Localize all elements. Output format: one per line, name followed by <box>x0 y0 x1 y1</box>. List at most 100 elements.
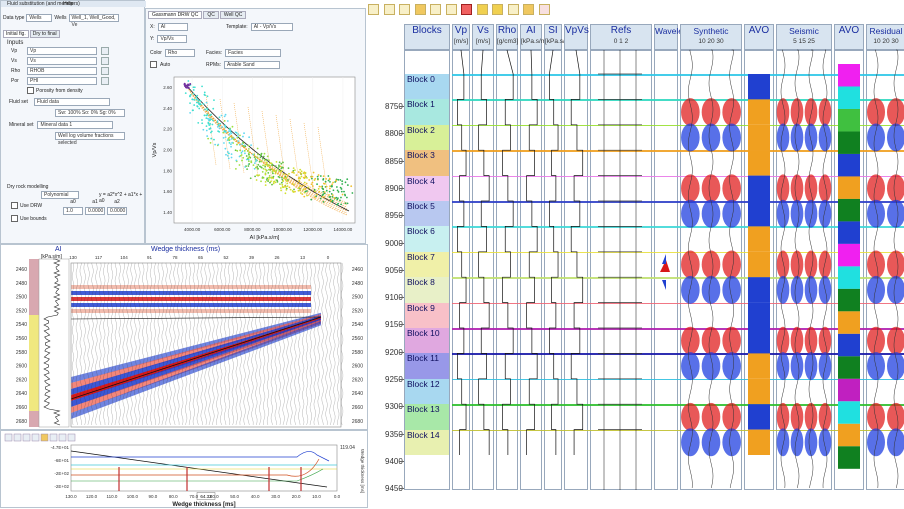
template-select[interactable]: AI - Vp/Vs <box>250 23 293 31</box>
mineral-fractions-field[interactable]: Well log volume fractions selected <box>55 132 125 146</box>
block-cell[interactable]: Block 10 <box>405 328 449 354</box>
scatter-point <box>205 101 208 104</box>
scatter-point <box>293 188 295 191</box>
scatter-point <box>341 180 344 183</box>
block-cell[interactable]: Block 11 <box>405 353 449 379</box>
block-cell[interactable]: Block 6 <box>405 226 449 252</box>
block-cell[interactable]: Block 12 <box>405 378 449 405</box>
tuning-toolbar-icon[interactable] <box>13 433 22 442</box>
data-type-select[interactable]: Wells <box>26 14 53 22</box>
scatter-point <box>331 194 334 197</box>
tuning-toolbar-icon[interactable] <box>31 433 40 442</box>
menu-help[interactable]: Help <box>63 1 73 7</box>
block-cell[interactable]: Block 5 <box>405 201 449 227</box>
porosity-checkbox-row[interactable]: Porosity from density <box>27 87 83 94</box>
scatter-point <box>332 181 335 184</box>
coef-value[interactable]: 1.0 <box>63 207 83 215</box>
x-axis-label: AI [kPa.s/m] <box>250 235 280 241</box>
scatter-point <box>206 95 209 98</box>
input-select[interactable]: Vs <box>27 57 97 65</box>
tuning-chart[interactable]: -4.7E+01 -6E+01 -2E+02 -2E+02 119.04 Wedge th… <box>1 431 369 509</box>
scatter-point <box>322 175 325 178</box>
crossplot-chart[interactable]: 4000.00 6000.00 8000.00 10000.00 12000.00 140… <box>150 71 362 243</box>
block-cell[interactable]: Block 2 <box>405 124 449 151</box>
use-bounds-checkbox[interactable] <box>11 215 18 222</box>
scatter-point <box>252 164 255 167</box>
tab-well-qc[interactable]: Well QC <box>219 11 247 19</box>
block-cell[interactable]: Block 3 <box>405 150 449 176</box>
porosity-checkbox[interactable] <box>27 87 34 94</box>
use-bounds-row[interactable]: Use bounds <box>11 215 47 222</box>
block-cell[interactable]: Block 4 <box>405 175 449 201</box>
tab-qc[interactable]: QC <box>203 11 219 19</box>
tab-initial[interactable]: Initial fig. <box>3 30 29 38</box>
input-select[interactable]: Vp <box>27 47 97 55</box>
column-body-vs <box>472 50 494 490</box>
coef-value[interactable]: 0.0000 <box>107 207 127 215</box>
input-browse-button[interactable] <box>101 47 109 55</box>
use-drw-label: Use DRW <box>20 202 43 209</box>
block-cell[interactable]: Block 7 <box>405 251 449 278</box>
scatter-point <box>297 187 300 189</box>
scatter-point <box>318 185 321 188</box>
tuning-toolbar-icon[interactable] <box>58 433 67 442</box>
tuning-x-tick: 70.0 <box>189 494 198 499</box>
scatter-point <box>222 131 225 134</box>
input-browse-button[interactable] <box>101 67 109 75</box>
scatter-point <box>321 195 324 198</box>
y-select[interactable]: Vp/Vs <box>157 35 188 43</box>
scatter-point <box>269 162 272 165</box>
block-cell[interactable]: Block 0 <box>405 74 449 100</box>
coef-value[interactable]: 0.0000 <box>85 207 105 215</box>
block-cell[interactable]: Block 13 <box>405 404 449 430</box>
color-select[interactable]: Rho <box>164 49 195 57</box>
tuning-toolbar-icon[interactable] <box>22 433 31 442</box>
scatter-point <box>331 199 334 202</box>
scatter-point <box>341 183 344 185</box>
scatter-point <box>299 184 302 187</box>
tuning-toolbar-icon[interactable] <box>4 433 13 442</box>
facies-select[interactable]: Facies <box>225 49 282 57</box>
depth-label-right: 2560 <box>352 336 363 342</box>
dry-rock-method-select[interactable]: Polynomial <box>41 191 79 199</box>
y-tick-label: 2.40 <box>163 106 172 111</box>
x-select[interactable]: AI <box>157 23 188 31</box>
input-select[interactable]: PHI <box>27 77 97 85</box>
scatter-point <box>307 186 310 189</box>
fluid-set-select[interactable]: Fluid data <box>33 98 110 106</box>
input-browse-button[interactable] <box>101 57 109 65</box>
scatter-point <box>327 175 330 177</box>
tab-gassmann-drw-qc[interactable]: Gassmann DRW QC <box>148 11 203 19</box>
scatter-point <box>291 190 294 192</box>
input-select[interactable]: RHOB <box>27 67 97 75</box>
horizon-line <box>452 99 904 101</box>
auto-row[interactable]: Auto <box>150 61 170 68</box>
use-drw-checkbox[interactable] <box>11 202 18 209</box>
tuning-y-label: Wedge thickness [ms] <box>360 449 365 493</box>
scatter-point <box>263 159 266 161</box>
use-drw-row[interactable]: Use DRW <box>11 202 42 209</box>
depth-label-left: 2580 <box>16 350 27 356</box>
mineral-set-select[interactable]: Mineral data 1 <box>37 121 114 129</box>
block-cell[interactable]: Block 14 <box>405 429 449 455</box>
column-body-seismic <box>776 50 832 490</box>
input-browse-button[interactable] <box>101 77 109 85</box>
scatter-point <box>333 197 336 199</box>
scatter-point <box>230 145 232 148</box>
fluid-saturation-field[interactable]: Sw: 100% So: 0% Sg: 0% <box>55 109 125 117</box>
scatter-point <box>297 171 300 173</box>
wedge-seismic[interactable]: 2460 2460 2480 2480 2500 2500 2520 2520 2540 2540… <box>1 245 369 431</box>
scatter-point <box>256 156 259 159</box>
tuning-toolbar-icon[interactable] <box>49 433 58 442</box>
tuning-toolbar-icon[interactable] <box>67 433 76 442</box>
tab-dry-to-final[interactable]: Dry to final <box>29 30 60 38</box>
block-cell[interactable]: Block 8 <box>405 277 449 303</box>
wells-select[interactable]: Well_1, Well_Good, Ve <box>68 14 119 28</box>
tuning-toolbar-icon[interactable] <box>40 433 49 442</box>
scatter-point <box>271 164 273 167</box>
auto-checkbox[interactable] <box>150 61 157 68</box>
block-cell[interactable]: Block 9 <box>405 302 449 328</box>
block-cell[interactable]: Block 1 <box>405 99 449 125</box>
scatter-point <box>310 183 313 186</box>
rpm-select[interactable]: Arable Sand <box>224 61 280 69</box>
